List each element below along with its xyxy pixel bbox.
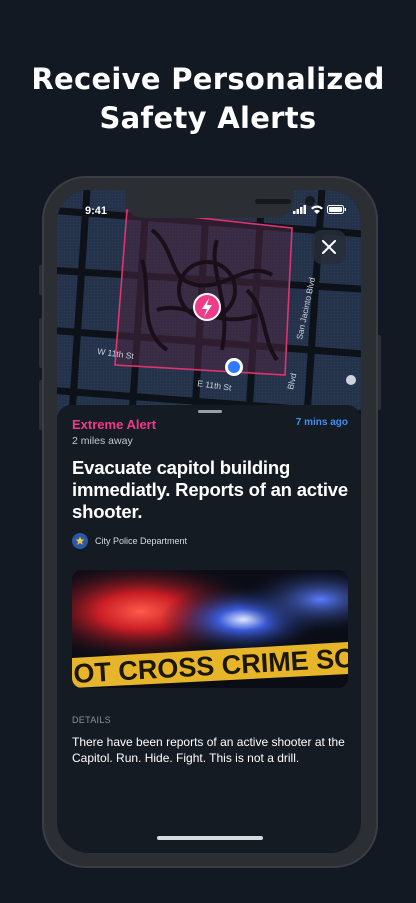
alert-sheet[interactable]: Extreme Alert 7 mins ago 2 miles away Ev…	[57, 405, 361, 853]
signal-icon	[293, 205, 306, 214]
lightning-icon[interactable]	[193, 293, 221, 321]
alert-distance: 2 miles away	[72, 435, 133, 447]
alert-type: Extreme Alert	[72, 417, 157, 432]
alert-title: Evacuate capitol building immediatly. Re…	[72, 457, 348, 522]
battery-icon	[327, 205, 346, 214]
phone-notch	[125, 190, 315, 218]
alert-map[interactable]: W 11th St E 11th St San Jacinto Blvd Blv…	[57, 190, 361, 415]
wifi-icon	[311, 205, 323, 214]
location-dot-icon	[225, 358, 243, 376]
close-icon	[322, 240, 336, 254]
home-indicator[interactable]	[157, 836, 263, 840]
headline-line-2: Safety Alerts	[99, 101, 317, 135]
headline-line-1: Receive Personalized	[31, 62, 385, 96]
police-badge-icon	[72, 533, 88, 549]
map-pin-icon	[346, 375, 356, 385]
source-name: City Police Department	[95, 536, 188, 546]
speaker-grille	[255, 199, 291, 204]
alert-photo[interactable]: OT CROSS CRIME SCEN	[72, 570, 348, 688]
alert-time-ago: 7 mins ago	[295, 417, 348, 428]
close-button[interactable]	[312, 230, 346, 264]
status-icons	[293, 205, 347, 214]
status-time: 9:41	[85, 205, 108, 217]
sheet-drag-handle[interactable]	[198, 410, 222, 413]
details-text: There have been reports of an active sho…	[72, 735, 345, 765]
alert-source[interactable]: City Police Department	[72, 533, 187, 549]
promo-headline: Receive Personalized Safety Alerts	[0, 60, 416, 138]
details-label: DETAILS	[72, 715, 111, 725]
front-camera	[305, 196, 315, 206]
phone-screen: W 11th St E 11th St San Jacinto Blvd Blv…	[57, 190, 361, 853]
